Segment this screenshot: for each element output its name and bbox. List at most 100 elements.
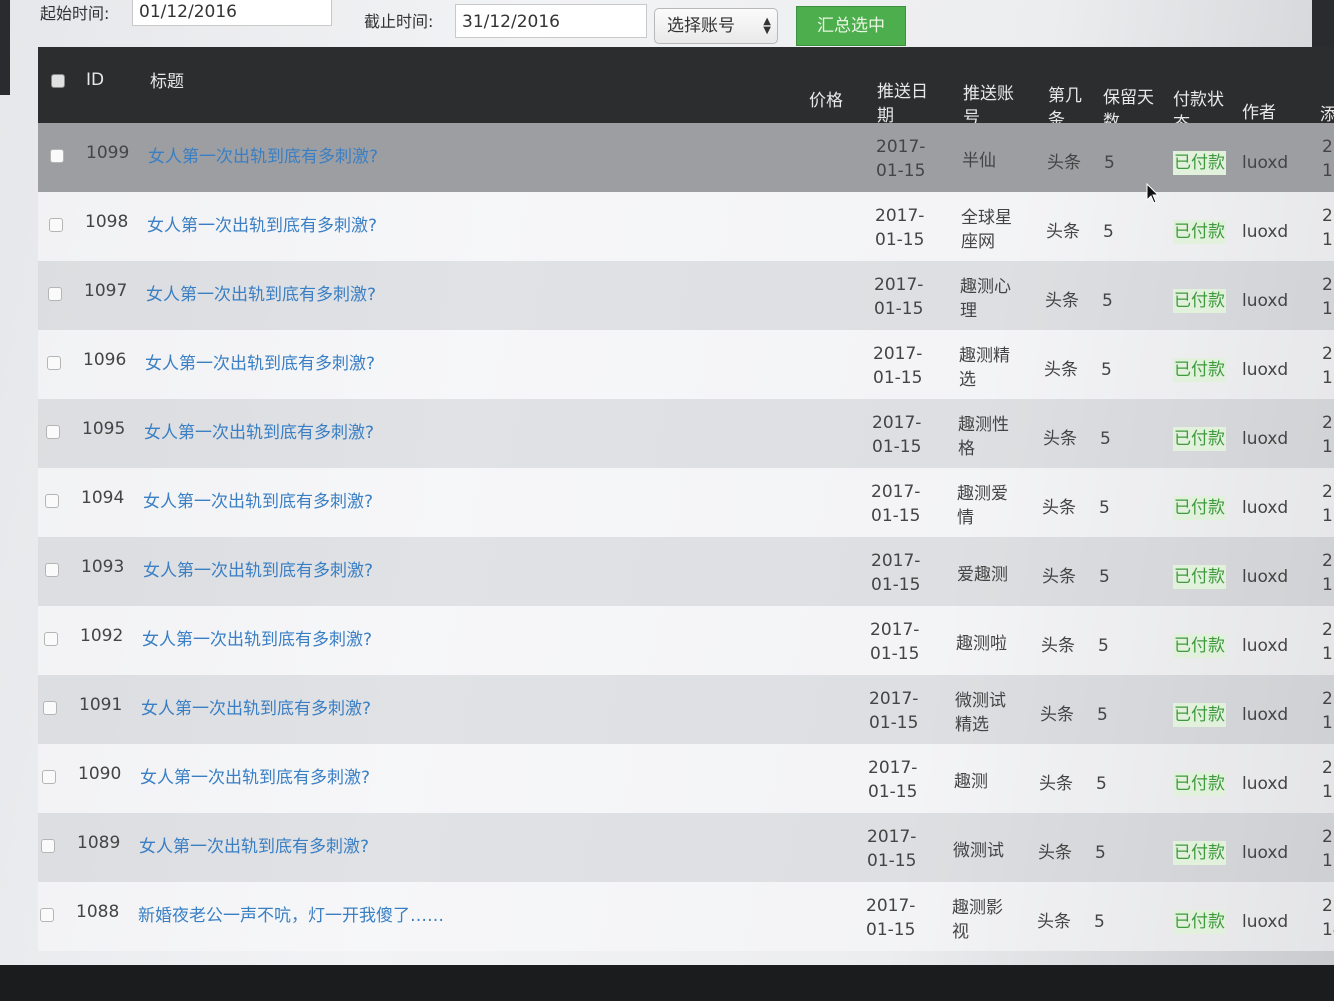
row-id: 1098	[85, 212, 129, 232]
row-title-link[interactable]: 女人第一次出轨到底有多刺激?	[140, 766, 370, 790]
row-checkbox[interactable]	[47, 356, 61, 370]
row-pay-status: 已付款	[1173, 565, 1226, 589]
header-title[interactable]: 标题	[150, 70, 184, 94]
row-push-date-line1: 2017-	[871, 551, 921, 571]
row-title-link[interactable]: 女人第一次出轨到底有多刺激?	[143, 559, 373, 583]
row-keep-days: 5	[1099, 567, 1110, 587]
row-position: 头条	[1037, 912, 1071, 932]
table-row[interactable]: 1089 女人第一次出轨到底有多刺激? 2017- 01-15 微测试 头条 5 已付款 luo…	[38, 813, 1334, 882]
row-title-link[interactable]: 女人第一次出轨到底有多刺激?	[148, 145, 378, 169]
row-checkbox[interactable]	[45, 494, 59, 508]
header-id[interactable]: ID	[86, 68, 104, 92]
row-position: 头条	[1044, 360, 1078, 380]
table-row[interactable]: 1098 女人第一次出轨到底有多刺激? 2017- 01-15 全球星 座网 头条 5 已付款 l…	[38, 192, 1334, 261]
row-checkbox[interactable]	[48, 287, 62, 301]
row-push-account-line1: 趣测	[954, 772, 988, 792]
row-push-account-line2: 座网	[961, 232, 995, 252]
row-extra-line1: 20	[1322, 827, 1334, 847]
row-push-date-line1: 2017-	[871, 482, 921, 502]
row-extra-line2: 12	[1322, 506, 1334, 526]
bezel	[0, 0, 10, 95]
row-push-date-line2: 01-15	[875, 230, 925, 250]
start-date-input[interactable]: 01/12/2016	[132, 0, 332, 26]
row-checkbox[interactable]	[44, 632, 58, 646]
table-row[interactable]: 1092 女人第一次出轨到底有多刺激? 2017- 01-15 趣测啦 头条 5 已付款 luo…	[38, 606, 1334, 675]
account-select[interactable]: 选择账号 ▲ ▼	[654, 8, 778, 44]
row-extra-line1: 20	[1322, 896, 1334, 916]
row-keep-days: 5	[1099, 498, 1110, 518]
table-row[interactable]: 1088 新婚夜老公一声不吭，灯一开我傻了…… 2017- 01-15 趣测影视 头条 5 已…	[38, 882, 1334, 951]
table-row[interactable]: 1094 女人第一次出轨到底有多刺激? 2017- 01-15 趣测爱情 头条 5 已付款 lu…	[38, 468, 1334, 537]
start-date-label: 起始时间:	[40, 4, 110, 23]
table-row[interactable]: 1096 女人第一次出轨到底有多刺激? 2017- 01-15 趣测精选 头条 5 已付款 lu…	[38, 330, 1334, 399]
row-title-link[interactable]: 女人第一次出轨到底有多刺激?	[143, 490, 373, 514]
row-checkbox[interactable]	[43, 701, 57, 715]
row-id: 1095	[82, 419, 126, 439]
row-title-link[interactable]: 女人第一次出轨到底有多刺激?	[145, 352, 375, 376]
row-extra-line1: 20	[1322, 758, 1334, 778]
row-checkbox[interactable]	[42, 770, 56, 784]
row-extra-line1: 2(	[1322, 137, 1334, 157]
row-push-account-line2: 选	[959, 370, 976, 390]
row-author: luoxd	[1242, 567, 1289, 587]
row-author: luoxd	[1242, 843, 1289, 863]
row-push-account-line2: 理	[960, 301, 977, 321]
row-checkbox[interactable]	[40, 908, 54, 922]
row-pay-status: 已付款	[1173, 151, 1226, 175]
row-position: 头条	[1047, 153, 1081, 173]
row-pay-status: 已付款	[1173, 703, 1226, 727]
account-select-value: 选择账号	[667, 16, 735, 36]
header-price[interactable]: 价格	[809, 89, 843, 113]
row-pay-status: 已付款	[1173, 496, 1226, 520]
row-keep-days: 5	[1097, 705, 1108, 725]
row-extra-line2: 15	[1322, 368, 1334, 388]
row-title-link[interactable]: 女人第一次出轨到底有多刺激?	[142, 628, 372, 652]
row-checkbox[interactable]	[49, 218, 63, 232]
table-row[interactable]: 1090 女人第一次出轨到底有多刺激? 2017- 01-15 趣测 头条 5 已付款 luox…	[38, 744, 1334, 813]
row-pay-status: 已付款	[1173, 634, 1226, 658]
row-position: 头条	[1039, 774, 1073, 794]
row-id: 1096	[83, 350, 127, 370]
row-pay-status: 已付款	[1173, 220, 1226, 244]
row-author: luoxd	[1242, 498, 1289, 518]
row-id: 1093	[81, 557, 125, 577]
row-push-date-line2: 01-15	[876, 161, 926, 181]
table-row[interactable]: 1091 女人第一次出轨到底有多刺激? 2017- 01-15 微测试 精选 头条 5 已付款 l…	[38, 675, 1334, 744]
row-title-link[interactable]: 女人第一次出轨到底有多刺激?	[146, 283, 376, 307]
row-author: luoxd	[1242, 153, 1289, 173]
data-table: ID 标题 价格 推送日期 推送账号 第几条 保留天数 付款状态 作者 添 10…	[38, 47, 1334, 965]
row-checkbox[interactable]	[50, 149, 64, 163]
row-keep-days: 5	[1098, 636, 1109, 656]
row-push-account-line1: 全球星	[961, 208, 1012, 228]
table-row[interactable]: 1093 女人第一次出轨到底有多刺激? 2017- 01-15 爱趣测 头条 5 已付款 luo…	[38, 537, 1334, 606]
row-position: 头条	[1043, 429, 1077, 449]
bezel	[0, 965, 1334, 1001]
row-extra-line2: 11	[1322, 713, 1334, 733]
row-push-date-line1: 2017-	[868, 758, 918, 778]
row-checkbox[interactable]	[41, 839, 55, 853]
header-author[interactable]: 作者	[1242, 101, 1276, 125]
row-title-link[interactable]: 女人第一次出轨到底有多刺激?	[141, 697, 371, 721]
row-title-link[interactable]: 女人第一次出轨到底有多刺激?	[144, 421, 374, 445]
row-checkbox[interactable]	[45, 563, 59, 577]
row-keep-days: 5	[1100, 429, 1111, 449]
table-row[interactable]: 1097 女人第一次出轨到底有多刺激? 2017- 01-15 趣测心理 头条 5 已付款 lu…	[38, 261, 1334, 330]
row-title-link[interactable]: 女人第一次出轨到底有多刺激?	[147, 214, 377, 238]
table-row[interactable]: 1099 女人第一次出轨到底有多刺激? 2017- 01-15 半仙 头条 5 已付款 luox…	[38, 123, 1334, 192]
row-title-link[interactable]: 女人第一次出轨到底有多刺激?	[139, 835, 369, 859]
row-keep-days: 5	[1101, 360, 1112, 380]
row-id: 1099	[86, 143, 130, 163]
end-date-input[interactable]: 31/12/2016	[455, 4, 647, 38]
table-row[interactable]: 1095 女人第一次出轨到底有多刺激? 2017- 01-15 趣测性格 头条 5 已付款 lu…	[38, 399, 1334, 468]
row-push-date-line2: 01-15	[871, 575, 921, 595]
row-extra-line2: 11	[1322, 782, 1334, 802]
select-all-checkbox[interactable]	[51, 74, 65, 88]
row-push-account-line1: 爱趣测	[957, 565, 1008, 585]
row-push-date-line1: 2017-	[869, 689, 919, 709]
summary-selected-button[interactable]: 汇总选中	[796, 6, 906, 46]
header-push-date[interactable]: 推送日期	[877, 80, 928, 128]
row-position: 头条	[1042, 567, 1076, 587]
row-checkbox[interactable]	[46, 425, 60, 439]
row-title-link[interactable]: 新婚夜老公一声不吭，灯一开我傻了……	[138, 904, 444, 928]
row-author: luoxd	[1242, 222, 1289, 242]
